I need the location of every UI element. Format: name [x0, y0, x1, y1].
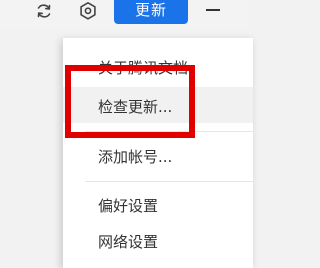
menu-item-label: 检查更新...: [98, 98, 173, 116]
menu-divider: [85, 131, 253, 132]
refresh-icon[interactable]: [34, 1, 54, 21]
menu-item-check-updates[interactable]: 检查更新...: [63, 87, 253, 123]
gear-icon[interactable]: [78, 1, 98, 21]
title-bar: 更新: [0, 0, 248, 27]
menu-item-preferences[interactable]: 偏好设置: [63, 186, 253, 222]
menu-item-label: 偏好设置: [98, 197, 159, 215]
menu-item-network-settings[interactable]: 网络设置: [63, 222, 253, 258]
menu-item-add-account[interactable]: 添加帐号...: [63, 137, 253, 173]
menu-item-about[interactable]: 关于腾讯文档: [63, 53, 253, 83]
menu-item-label: 添加帐号...: [98, 148, 173, 166]
minimize-icon[interactable]: [206, 9, 220, 11]
dropdown-menu: 关于腾讯文档 检查更新... 添加帐号... 偏好设置 网络设置: [63, 38, 253, 268]
update-button[interactable]: 更新: [114, 0, 188, 24]
menu-divider: [85, 181, 253, 182]
menu-item-label: 网络设置: [98, 233, 159, 251]
menu-item-label: 关于腾讯文档: [98, 59, 189, 77]
